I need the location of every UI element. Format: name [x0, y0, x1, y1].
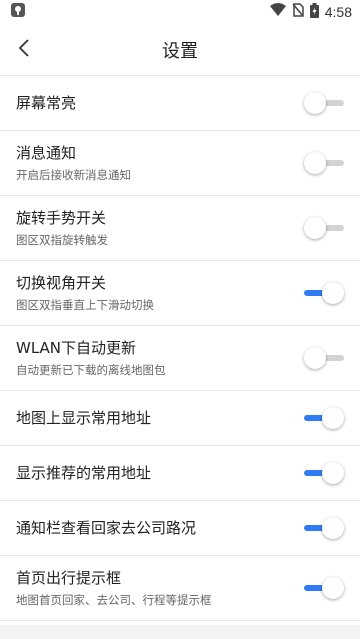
- page-title: 设置: [162, 40, 198, 62]
- chevron-left-icon: [18, 39, 29, 57]
- settings-list: 屏幕常亮 消息通知 开启后接收新消息通知 旋转手势开关 图区双指旋转触发 切换视…: [0, 76, 360, 621]
- app-notification-icon: [10, 2, 26, 22]
- setting-label: 首页出行提示框: [16, 569, 122, 587]
- setting-row-show-common-address[interactable]: 地图上显示常用地址: [0, 391, 360, 446]
- no-sim-icon: [292, 3, 304, 21]
- rotate-gesture-toggle[interactable]: [304, 217, 344, 239]
- setting-label: 消息通知: [16, 144, 77, 162]
- screen-on-toggle[interactable]: [304, 92, 344, 114]
- bottom-strip: [0, 625, 360, 639]
- status-bar: 4:58: [0, 0, 360, 24]
- view-switch-toggle[interactable]: [304, 282, 344, 304]
- notification-traffic-toggle[interactable]: [304, 517, 344, 539]
- setting-row-home-trip-tips[interactable]: 首页出行提示框 地图首页回家、去公司、行程等提示框: [0, 556, 360, 621]
- header-bar: 设置: [0, 24, 360, 76]
- message-notification-toggle[interactable]: [304, 152, 344, 174]
- setting-row-view-switch[interactable]: 切换视角开关 图区双指垂直上下滑动切换: [0, 261, 360, 326]
- back-button[interactable]: [12, 36, 36, 60]
- setting-label: 地图上显示常用地址: [16, 409, 152, 427]
- setting-row-recommended-address[interactable]: 显示推荐的常用地址: [0, 446, 360, 501]
- recommended-address-toggle[interactable]: [304, 462, 344, 484]
- wifi-icon: [269, 3, 286, 21]
- setting-row-message-notification[interactable]: 消息通知 开启后接收新消息通知: [0, 131, 360, 196]
- setting-row-wlan-auto-update[interactable]: WLAN下自动更新 自动更新已下载的离线地图包: [0, 326, 360, 391]
- setting-description: 开启后接收新消息通知: [16, 168, 131, 182]
- show-common-address-toggle[interactable]: [304, 407, 344, 429]
- setting-label: 通知栏查看回家去公司路况: [16, 519, 197, 537]
- setting-description: 图区双指垂直上下滑动切换: [16, 298, 154, 312]
- wlan-auto-update-toggle[interactable]: [304, 347, 344, 369]
- setting-row-screen-on[interactable]: 屏幕常亮: [0, 76, 360, 131]
- setting-label: 屏幕常亮: [16, 94, 77, 112]
- setting-description: 图区双指旋转触发: [16, 233, 108, 247]
- setting-row-notification-traffic[interactable]: 通知栏查看回家去公司路况: [0, 501, 360, 556]
- setting-label: 旋转手势开关: [16, 209, 107, 227]
- setting-label: 切换视角开关: [16, 274, 107, 292]
- setting-description: 地图首页回家、去公司、行程等提示框: [16, 593, 212, 607]
- battery-icon: [309, 2, 319, 22]
- setting-description: 自动更新已下载的离线地图包: [16, 363, 166, 377]
- status-time: 4:58: [324, 4, 352, 20]
- setting-row-rotate-gesture[interactable]: 旋转手势开关 图区双指旋转触发: [0, 196, 360, 261]
- setting-label: 显示推荐的常用地址: [16, 464, 152, 482]
- home-trip-tips-toggle[interactable]: [304, 577, 344, 599]
- setting-label: WLAN下自动更新: [16, 339, 137, 357]
